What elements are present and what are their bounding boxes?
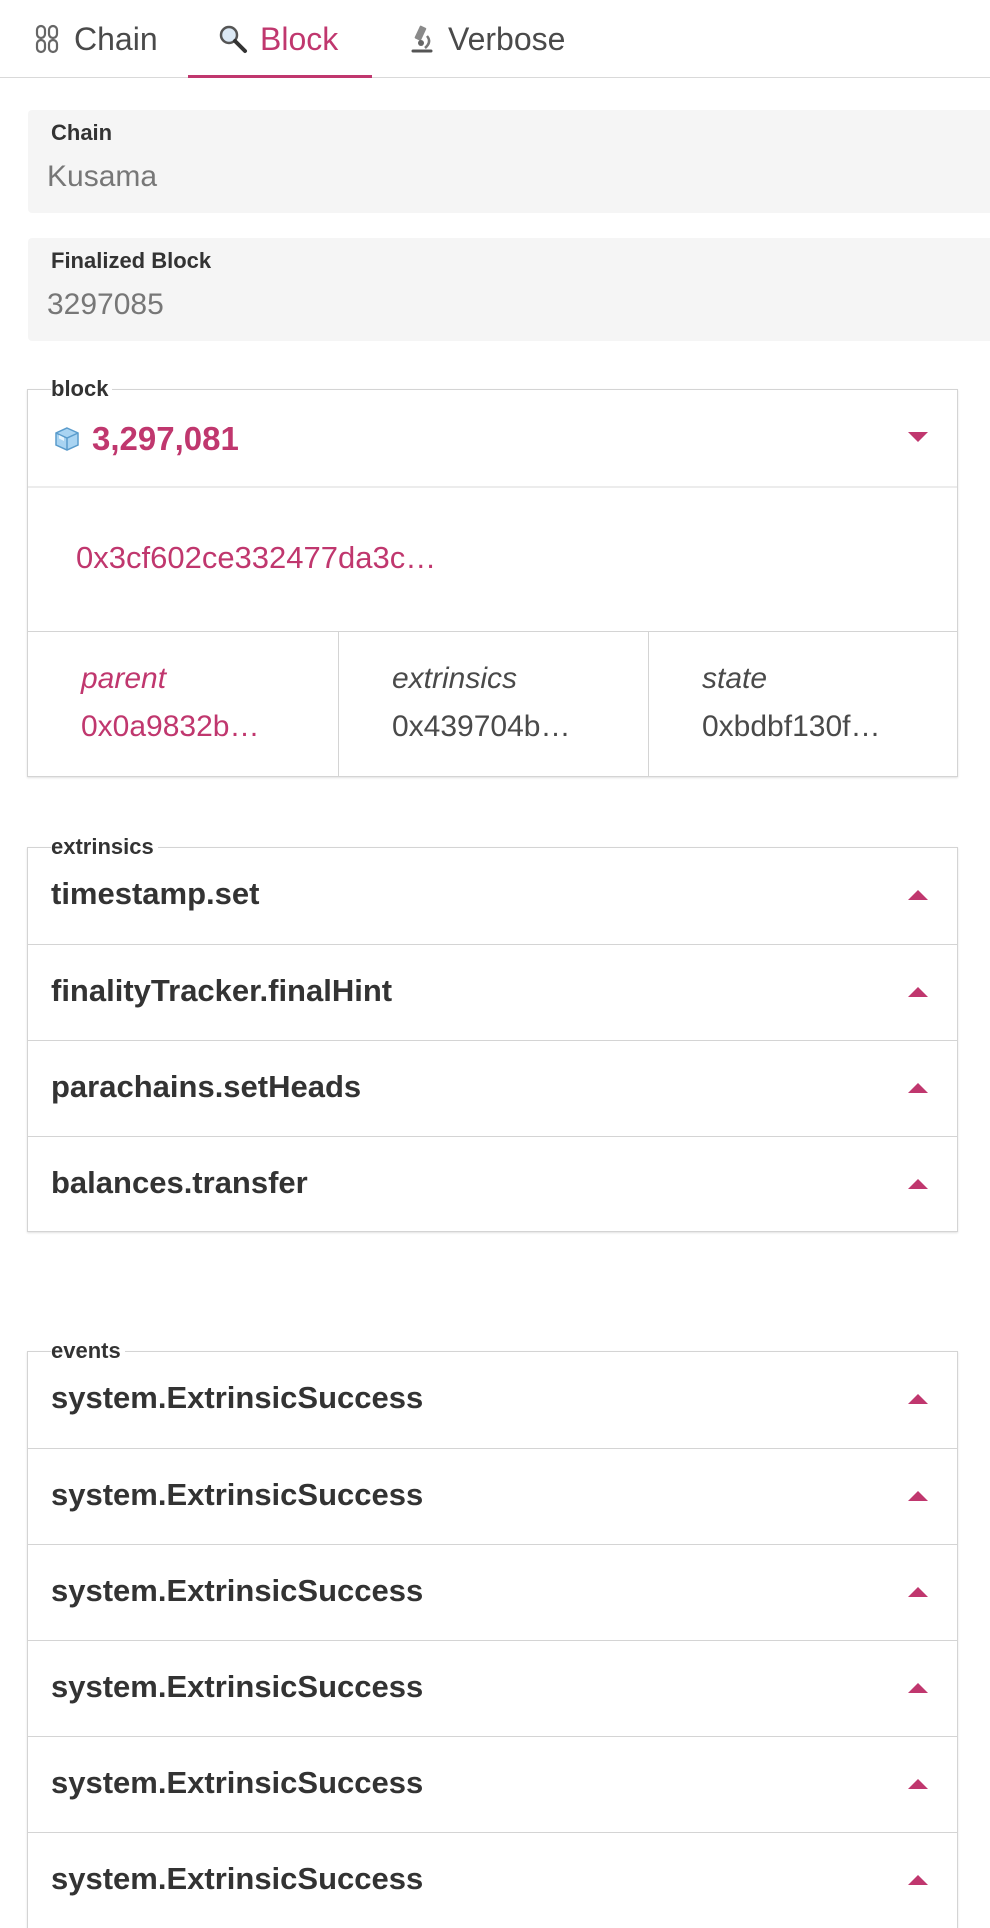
chevron-up-icon[interactable]: [908, 1083, 928, 1093]
block-section-title: block: [51, 376, 113, 402]
events-card: system.ExtrinsicSuccess system.ExtrinsicS…: [27, 1351, 958, 1928]
extrinsic-row-label: parachains.setHeads: [51, 1069, 362, 1104]
chevron-down-icon[interactable]: [908, 432, 928, 442]
event-row[interactable]: system.ExtrinsicSuccess: [28, 1736, 957, 1832]
parent-label: parent: [81, 662, 167, 695]
event-row[interactable]: system.ExtrinsicSuccess: [28, 1448, 957, 1544]
state-root-label: state: [702, 662, 768, 695]
active-tab-indicator: [188, 75, 372, 78]
magnifier-icon: [218, 24, 248, 54]
event-row-label: system.ExtrinsicSuccess: [51, 1669, 424, 1704]
parent-cell[interactable]: parent 0x0a9832b…: [28, 632, 338, 777]
extrinsic-row-label: finalityTracker.finalHint: [51, 973, 393, 1008]
tab-bar: Chain Block Verbose: [0, 0, 990, 78]
extrinsics-root-hash: 0x439704b…: [392, 710, 571, 743]
chevron-up-icon[interactable]: [908, 1875, 928, 1885]
finalized-block-field[interactable]: Finalized Block 3297085: [28, 238, 990, 341]
ice-cube-icon: [54, 426, 80, 452]
chain-field-value: Kusama: [47, 160, 158, 193]
chevron-up-icon[interactable]: [908, 1779, 928, 1789]
event-row[interactable]: system.ExtrinsicSuccess: [28, 1832, 957, 1928]
chevron-up-icon[interactable]: [908, 1683, 928, 1693]
block-details-grid: parent 0x0a9832b… extrinsics 0x439704b… …: [28, 631, 957, 777]
block-header[interactable]: 3,297,081: [28, 390, 957, 488]
chevron-up-icon[interactable]: [908, 1491, 928, 1501]
chevron-up-icon[interactable]: [908, 890, 928, 900]
state-root-cell: state 0xbdbf130f…: [648, 632, 957, 777]
finalized-block-value: 3297085: [47, 288, 164, 321]
chevron-up-icon[interactable]: [908, 1587, 928, 1597]
extrinsics-section-title: extrinsics: [51, 834, 158, 860]
tab-block-label: Block: [260, 20, 339, 57]
event-row-label: system.ExtrinsicSuccess: [51, 1573, 424, 1608]
event-row-label: system.ExtrinsicSuccess: [51, 1765, 424, 1800]
state-root-hash: 0xbdbf130f…: [702, 710, 881, 743]
block-card: 3,297,081 0x3cf602ce332477da3c… parent 0…: [27, 389, 958, 777]
chevron-up-icon[interactable]: [908, 1179, 928, 1189]
extrinsics-root-cell: extrinsics 0x439704b…: [338, 632, 648, 777]
parent-hash[interactable]: 0x0a9832b…: [81, 710, 259, 744]
tab-verbose[interactable]: Verbose: [406, 0, 565, 78]
chain-field-label: Chain: [51, 120, 113, 145]
chevron-up-icon[interactable]: [908, 987, 928, 997]
extrinsic-row[interactable]: parachains.setHeads: [28, 1040, 957, 1136]
tab-block[interactable]: Block: [218, 0, 338, 78]
tab-chain[interactable]: Chain: [32, 0, 158, 78]
finalized-block-label: Finalized Block: [51, 248, 212, 273]
block-number: 3,297,081: [92, 420, 239, 457]
event-row-label: system.ExtrinsicSuccess: [51, 1861, 424, 1896]
extrinsic-row-label: timestamp.set: [51, 876, 260, 911]
chevron-up-icon[interactable]: [908, 1394, 928, 1404]
extrinsic-row-label: balances.transfer: [51, 1165, 308, 1200]
chain-icon: [32, 24, 62, 54]
extrinsics-card: timestamp.set finalityTracker.finalHint pa…: [27, 847, 958, 1232]
extrinsic-row[interactable]: balances.transfer: [28, 1136, 957, 1232]
event-row-label: system.ExtrinsicSuccess: [51, 1380, 424, 1415]
tab-verbose-label: Verbose: [448, 20, 566, 57]
event-row[interactable]: system.ExtrinsicSuccess: [28, 1352, 957, 1448]
tab-chain-label: Chain: [74, 20, 158, 57]
event-row[interactable]: system.ExtrinsicSuccess: [28, 1640, 957, 1736]
extrinsics-root-label: extrinsics: [392, 662, 518, 695]
event-row[interactable]: system.ExtrinsicSuccess: [28, 1544, 957, 1640]
events-section-title: events: [51, 1338, 125, 1364]
chain-field[interactable]: Chain Kusama: [28, 110, 990, 213]
event-row-label: system.ExtrinsicSuccess: [51, 1477, 424, 1512]
microscope-icon: [406, 24, 436, 54]
block-hash[interactable]: 0x3cf602ce332477da3c…: [76, 540, 436, 576]
extrinsic-row[interactable]: timestamp.set: [28, 848, 957, 944]
extrinsic-row[interactable]: finalityTracker.finalHint: [28, 944, 957, 1040]
